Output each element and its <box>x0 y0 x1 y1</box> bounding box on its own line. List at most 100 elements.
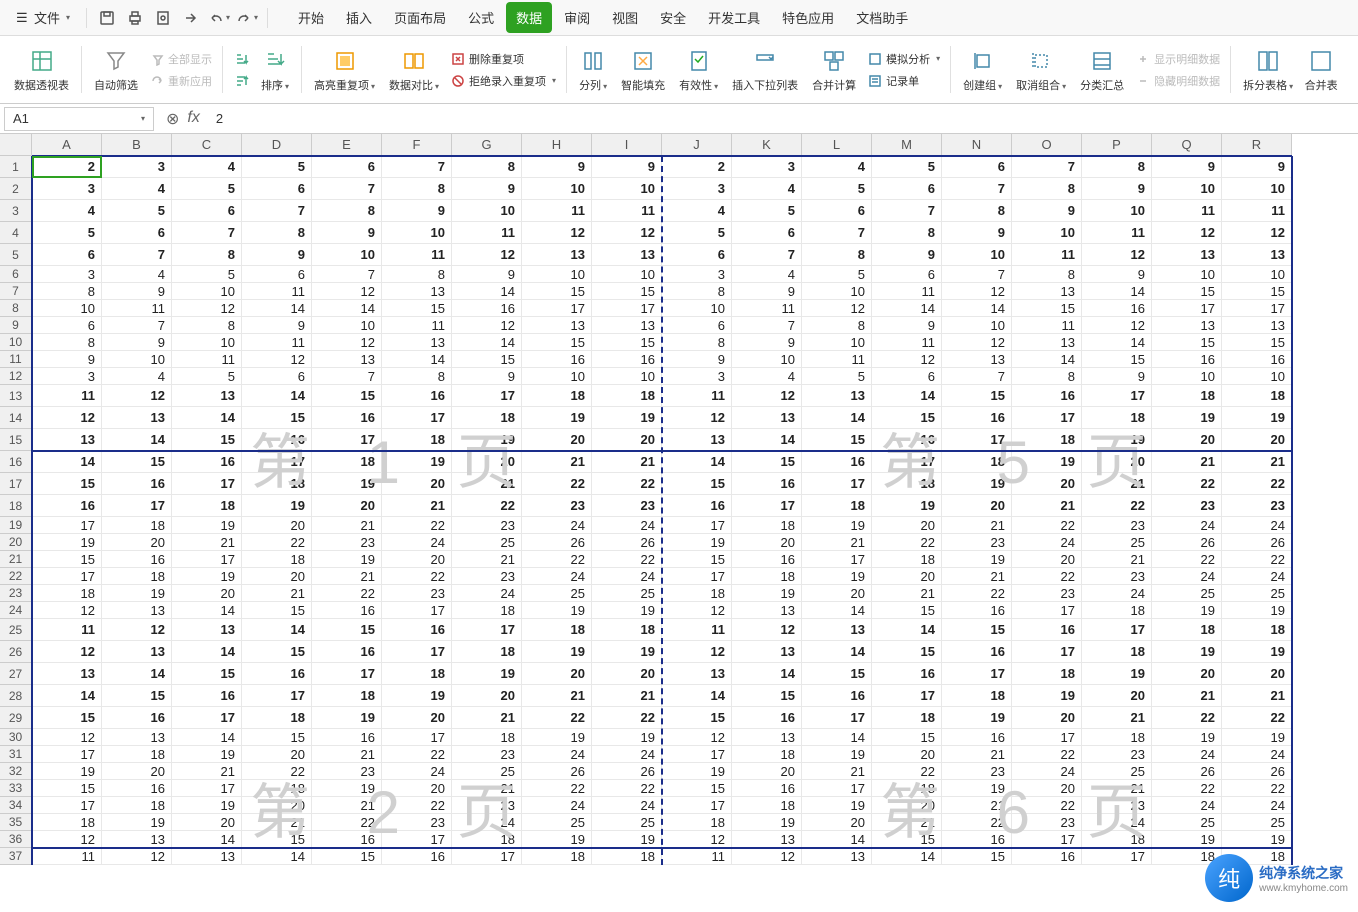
cell[interactable]: 21 <box>872 585 942 602</box>
cell[interactable]: 14 <box>172 641 242 663</box>
cell[interactable]: 14 <box>32 451 102 473</box>
cell[interactable]: 20 <box>1012 707 1082 729</box>
row-header-14[interactable]: 14 <box>0 407 32 429</box>
cell[interactable]: 7 <box>942 368 1012 385</box>
cell[interactable]: 11 <box>592 200 662 222</box>
cell[interactable]: 8 <box>242 222 312 244</box>
cell[interactable]: 13 <box>662 663 732 685</box>
cell[interactable]: 23 <box>312 534 382 551</box>
row-header-33[interactable]: 33 <box>0 780 32 797</box>
cell[interactable]: 5 <box>802 266 872 283</box>
cell[interactable]: 4 <box>172 156 242 178</box>
cell[interactable]: 22 <box>1222 473 1292 495</box>
cell[interactable]: 15 <box>662 551 732 568</box>
cell[interactable]: 22 <box>1012 746 1082 763</box>
cell[interactable]: 11 <box>662 848 732 865</box>
cell[interactable]: 15 <box>592 334 662 351</box>
cell[interactable]: 11 <box>382 317 452 334</box>
cell[interactable]: 21 <box>382 495 452 517</box>
cell[interactable]: 19 <box>452 663 522 685</box>
cell[interactable]: 10 <box>522 368 592 385</box>
cell[interactable]: 21 <box>592 685 662 707</box>
cell[interactable]: 18 <box>382 663 452 685</box>
cell[interactable]: 21 <box>522 685 592 707</box>
row-header-2[interactable]: 2 <box>0 178 32 200</box>
cell[interactable]: 6 <box>242 266 312 283</box>
row-header-4[interactable]: 4 <box>0 222 32 244</box>
cell[interactable]: 19 <box>242 495 312 517</box>
cell[interactable]: 5 <box>732 200 802 222</box>
cell[interactable]: 22 <box>1152 551 1222 568</box>
row-header-17[interactable]: 17 <box>0 473 32 495</box>
cell[interactable]: 18 <box>942 685 1012 707</box>
cell[interactable]: 12 <box>1082 244 1152 266</box>
cell[interactable]: 7 <box>102 317 172 334</box>
cell[interactable]: 9 <box>662 351 732 368</box>
cell[interactable]: 21 <box>942 797 1012 814</box>
cell[interactable]: 15 <box>522 334 592 351</box>
cell[interactable]: 15 <box>662 707 732 729</box>
cell[interactable]: 19 <box>1222 602 1292 619</box>
cell[interactable]: 15 <box>872 602 942 619</box>
cell[interactable]: 9 <box>452 178 522 200</box>
cell[interactable]: 20 <box>452 451 522 473</box>
cell[interactable]: 16 <box>172 685 242 707</box>
cell[interactable]: 19 <box>592 729 662 746</box>
cell[interactable]: 11 <box>382 244 452 266</box>
cell[interactable]: 13 <box>382 334 452 351</box>
cell[interactable]: 19 <box>102 585 172 602</box>
cell[interactable]: 12 <box>662 602 732 619</box>
cell[interactable]: 18 <box>452 641 522 663</box>
cell[interactable]: 21 <box>242 814 312 831</box>
row-header-20[interactable]: 20 <box>0 534 32 551</box>
cells-area[interactable]: 2345678992345678993456789101034567891010… <box>32 156 1292 865</box>
cell[interactable]: 25 <box>1082 763 1152 780</box>
cell[interactable]: 26 <box>592 534 662 551</box>
cell[interactable]: 16 <box>242 663 312 685</box>
cell[interactable]: 18 <box>1152 619 1222 641</box>
cell[interactable]: 4 <box>732 368 802 385</box>
cell[interactable]: 17 <box>662 797 732 814</box>
merge-table-button[interactable]: 合并表 <box>1301 40 1341 99</box>
cell[interactable]: 22 <box>592 707 662 729</box>
cell[interactable]: 19 <box>1222 407 1292 429</box>
cell[interactable]: 19 <box>802 517 872 534</box>
cell[interactable]: 13 <box>942 351 1012 368</box>
cell[interactable]: 25 <box>1222 814 1292 831</box>
cell[interactable]: 16 <box>942 407 1012 429</box>
tab-特色应用[interactable]: 特色应用 <box>772 2 844 33</box>
cell[interactable]: 18 <box>662 814 732 831</box>
cell[interactable]: 17 <box>1012 831 1082 848</box>
cell[interactable]: 17 <box>872 451 942 473</box>
cell[interactable]: 12 <box>1082 317 1152 334</box>
cell[interactable]: 16 <box>802 451 872 473</box>
cell[interactable]: 8 <box>32 283 102 300</box>
cell[interactable]: 14 <box>802 831 872 848</box>
cell[interactable]: 24 <box>1222 517 1292 534</box>
cell[interactable]: 10 <box>452 200 522 222</box>
col-header-C[interactable]: C <box>172 134 242 156</box>
cell[interactable]: 22 <box>522 707 592 729</box>
cell[interactable]: 21 <box>1012 495 1082 517</box>
cell[interactable]: 13 <box>592 244 662 266</box>
cell[interactable]: 18 <box>592 848 662 865</box>
cell[interactable]: 14 <box>452 334 522 351</box>
cell[interactable]: 19 <box>802 746 872 763</box>
cell[interactable]: 8 <box>1012 368 1082 385</box>
cell[interactable]: 26 <box>1152 534 1222 551</box>
undo-icon[interactable]: ▾ <box>207 6 231 30</box>
cell[interactable]: 5 <box>872 156 942 178</box>
row-header-34[interactable]: 34 <box>0 797 32 814</box>
col-header-P[interactable]: P <box>1082 134 1152 156</box>
cell[interactable]: 16 <box>732 551 802 568</box>
cell[interactable]: 14 <box>242 619 312 641</box>
cell[interactable]: 21 <box>242 585 312 602</box>
cell[interactable]: 8 <box>382 178 452 200</box>
cell[interactable]: 8 <box>802 317 872 334</box>
cell[interactable]: 19 <box>1152 641 1222 663</box>
cell[interactable]: 13 <box>382 283 452 300</box>
cell[interactable]: 20 <box>242 517 312 534</box>
cell[interactable]: 12 <box>32 729 102 746</box>
cell[interactable]: 20 <box>312 495 382 517</box>
cell[interactable]: 12 <box>732 619 802 641</box>
